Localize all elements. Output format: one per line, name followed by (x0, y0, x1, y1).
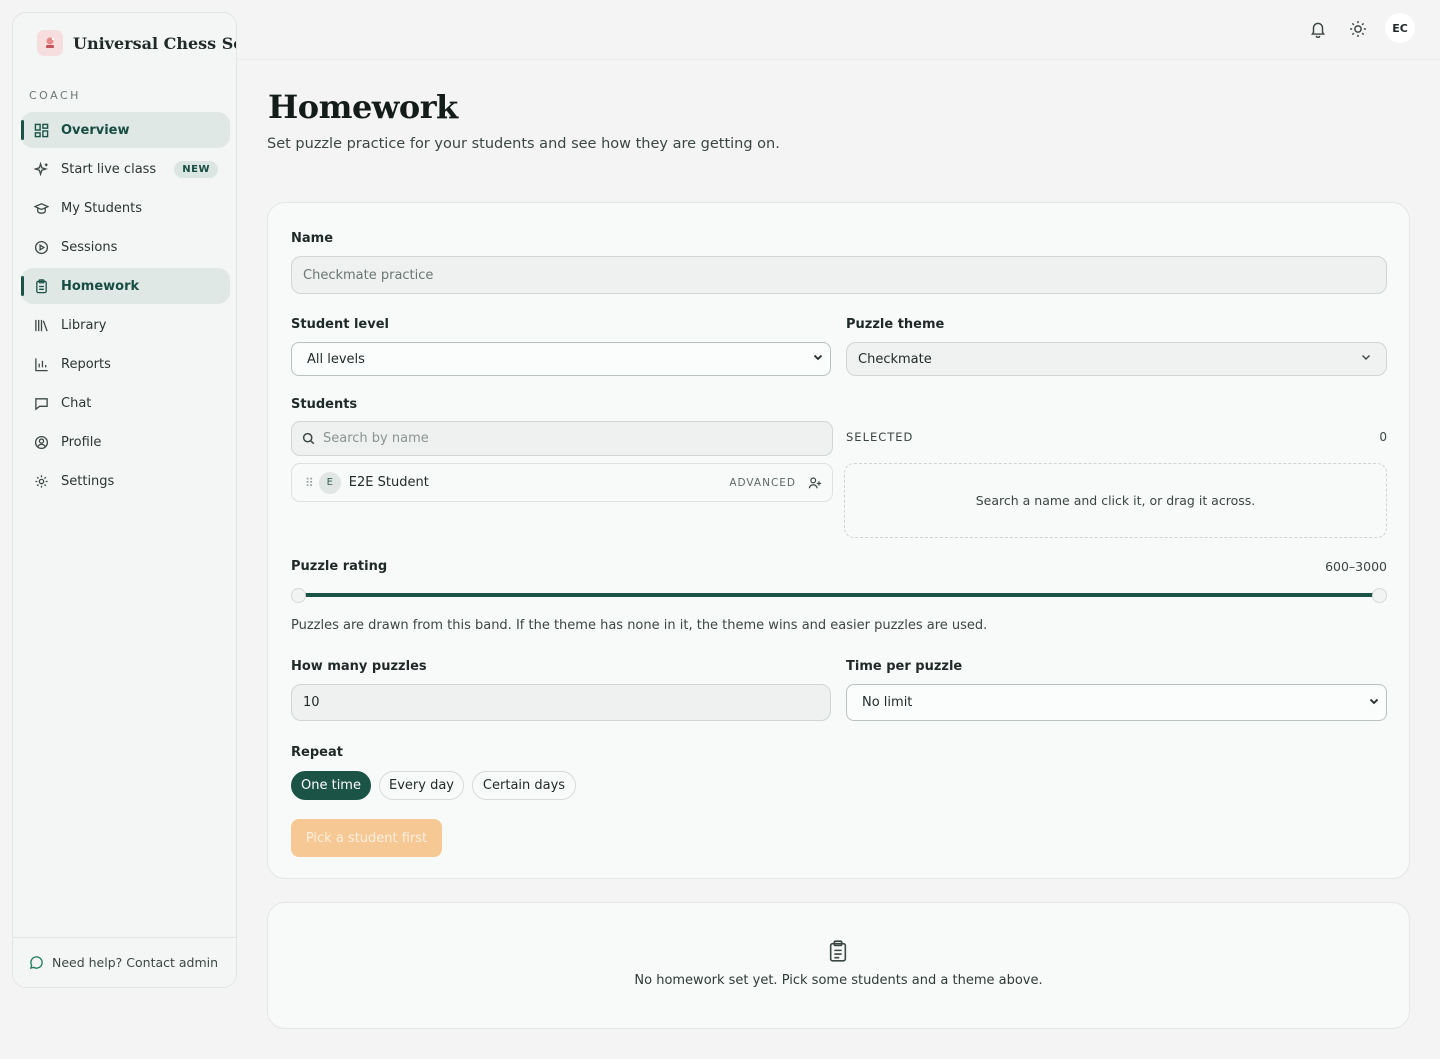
dashboard-icon (33, 122, 49, 138)
homework-form-card: Name Student level All levels Puzzle the… (267, 202, 1410, 879)
repeat-label: Repeat (291, 745, 343, 760)
name-label: Name (291, 231, 334, 246)
rating-slider-min-thumb[interactable] (291, 588, 306, 603)
selected-count: 0 (1379, 430, 1387, 444)
puzzle-theme-select[interactable]: Checkmate (846, 342, 1387, 376)
student-avatar: E (318, 471, 341, 494)
student-level-select[interactable]: All levels (291, 342, 831, 376)
selected-label: SELECTED (846, 430, 914, 444)
rating-slider-track[interactable] (298, 593, 1380, 597)
graduation-cap-icon (33, 200, 49, 216)
new-badge: NEW (174, 160, 218, 178)
sidebar-item-sessions[interactable]: Sessions (21, 229, 230, 265)
library-icon (33, 317, 49, 333)
clipboard-icon (828, 940, 848, 966)
sidebar-item-label: Sessions (61, 239, 118, 255)
user-avatar[interactable]: EC (1385, 13, 1415, 43)
student-search (291, 421, 833, 456)
add-user-icon[interactable] (808, 476, 822, 490)
sidebar-item-label: Profile (61, 434, 102, 450)
gear-icon (33, 473, 49, 489)
puzzle-count-value: 10 (303, 695, 320, 710)
page-title: Homework (268, 88, 458, 126)
sidebar: Universal Chess School COACH Overview St… (12, 12, 237, 988)
student-level-badge: ADVANCED (729, 476, 796, 489)
rating-slider-max-thumb[interactable] (1372, 588, 1387, 603)
repeat-certain-days-chip[interactable]: Certain days (472, 771, 576, 800)
student-list-item[interactable]: ⠿ E E2E Student ADVANCED (291, 463, 833, 502)
student-level-label: Student level (291, 317, 389, 332)
time-per-puzzle-select[interactable]: No limit (846, 684, 1387, 721)
sidebar-item-start-live-class[interactable]: Start live class NEW (21, 151, 230, 187)
sidebar-item-label: Homework (61, 278, 140, 294)
play-circle-icon (33, 239, 49, 255)
sidebar-item-overview[interactable]: Overview (21, 112, 230, 148)
puzzle-count-input[interactable]: 10 (291, 684, 831, 721)
topbar: EC (237, 0, 1440, 60)
sidebar-item-label: Reports (61, 356, 111, 372)
puzzle-theme-label: Puzzle theme (846, 317, 945, 332)
sidebar-item-label: Overview (61, 122, 130, 138)
bar-chart-icon (33, 356, 49, 372)
puzzle-count-label: How many puzzles (291, 659, 427, 674)
sidebar-item-homework[interactable]: Homework (21, 268, 230, 304)
sidebar-item-library[interactable]: Library (21, 307, 230, 343)
name-input[interactable] (291, 256, 1387, 294)
puzzle-rating-range: 600–3000 (1325, 559, 1387, 574)
chat-bubble-icon (33, 395, 49, 411)
rating-help-text: Puzzles are drawn from this band. If the… (291, 618, 988, 633)
brand-name: Universal Chess School (73, 33, 236, 53)
brand[interactable]: Universal Chess School (37, 30, 236, 56)
student-search-input[interactable] (323, 431, 803, 446)
repeat-every-day-chip[interactable]: Every day (379, 771, 464, 800)
sidebar-item-label: Library (61, 317, 107, 333)
sidebar-item-label: Settings (61, 473, 115, 489)
time-per-puzzle-label: Time per puzzle (846, 659, 963, 674)
sparkle-icon (33, 161, 49, 177)
empty-state-text: No homework set yet. Pick some students … (634, 973, 1043, 988)
student-name: E2E Student (348, 475, 429, 490)
dropzone-hint: Search a name and click it, or drag it a… (975, 493, 1256, 508)
sidebar-item-profile[interactable]: Profile (21, 424, 230, 460)
sidebar-item-settings[interactable]: Settings (21, 463, 230, 499)
clipboard-icon (33, 278, 49, 294)
sidebar-item-label: My Students (61, 200, 142, 216)
page-subtitle: Set puzzle practice for your students an… (267, 136, 780, 152)
puzzle-rating-label: Puzzle rating (291, 559, 388, 574)
contact-admin-label: Need help? Contact admin (52, 955, 219, 970)
puzzle-theme-value: Checkmate (858, 351, 932, 367)
selected-students-dropzone[interactable]: Search a name and click it, or drag it a… (844, 463, 1387, 538)
time-per-puzzle-value: No limit (862, 695, 913, 710)
brand-logo-icon (37, 30, 63, 56)
bell-icon[interactable] (1309, 20, 1329, 40)
sidebar-item-chat[interactable]: Chat (21, 385, 230, 421)
sun-theme-toggle-icon[interactable] (1349, 20, 1369, 40)
chat-help-icon (29, 956, 43, 970)
contact-admin-link[interactable]: Need help? Contact admin (13, 937, 236, 987)
sidebar-item-label: Chat (61, 395, 92, 411)
sidebar-item-reports[interactable]: Reports (21, 346, 230, 382)
drag-handle-icon[interactable]: ⠿ (305, 476, 314, 490)
sidebar-item-my-students[interactable]: My Students (21, 190, 230, 226)
sidebar-item-label: Start live class (61, 161, 157, 177)
search-icon (302, 432, 315, 445)
section-label-coach: COACH (29, 89, 81, 102)
chevron-down-icon (1360, 351, 1372, 367)
homework-list-empty-card: No homework set yet. Pick some students … (267, 902, 1410, 1029)
user-circle-icon (33, 434, 49, 450)
repeat-one-time-chip[interactable]: One time (291, 771, 371, 800)
chevron-down-icon (1368, 695, 1380, 711)
students-label: Students (291, 397, 358, 412)
student-level-value: All levels (307, 351, 365, 367)
sidebar-nav: Overview Start live class NEW My Student… (21, 112, 230, 502)
assign-homework-button[interactable]: Pick a student first (291, 819, 442, 857)
chevron-down-icon (812, 351, 824, 367)
